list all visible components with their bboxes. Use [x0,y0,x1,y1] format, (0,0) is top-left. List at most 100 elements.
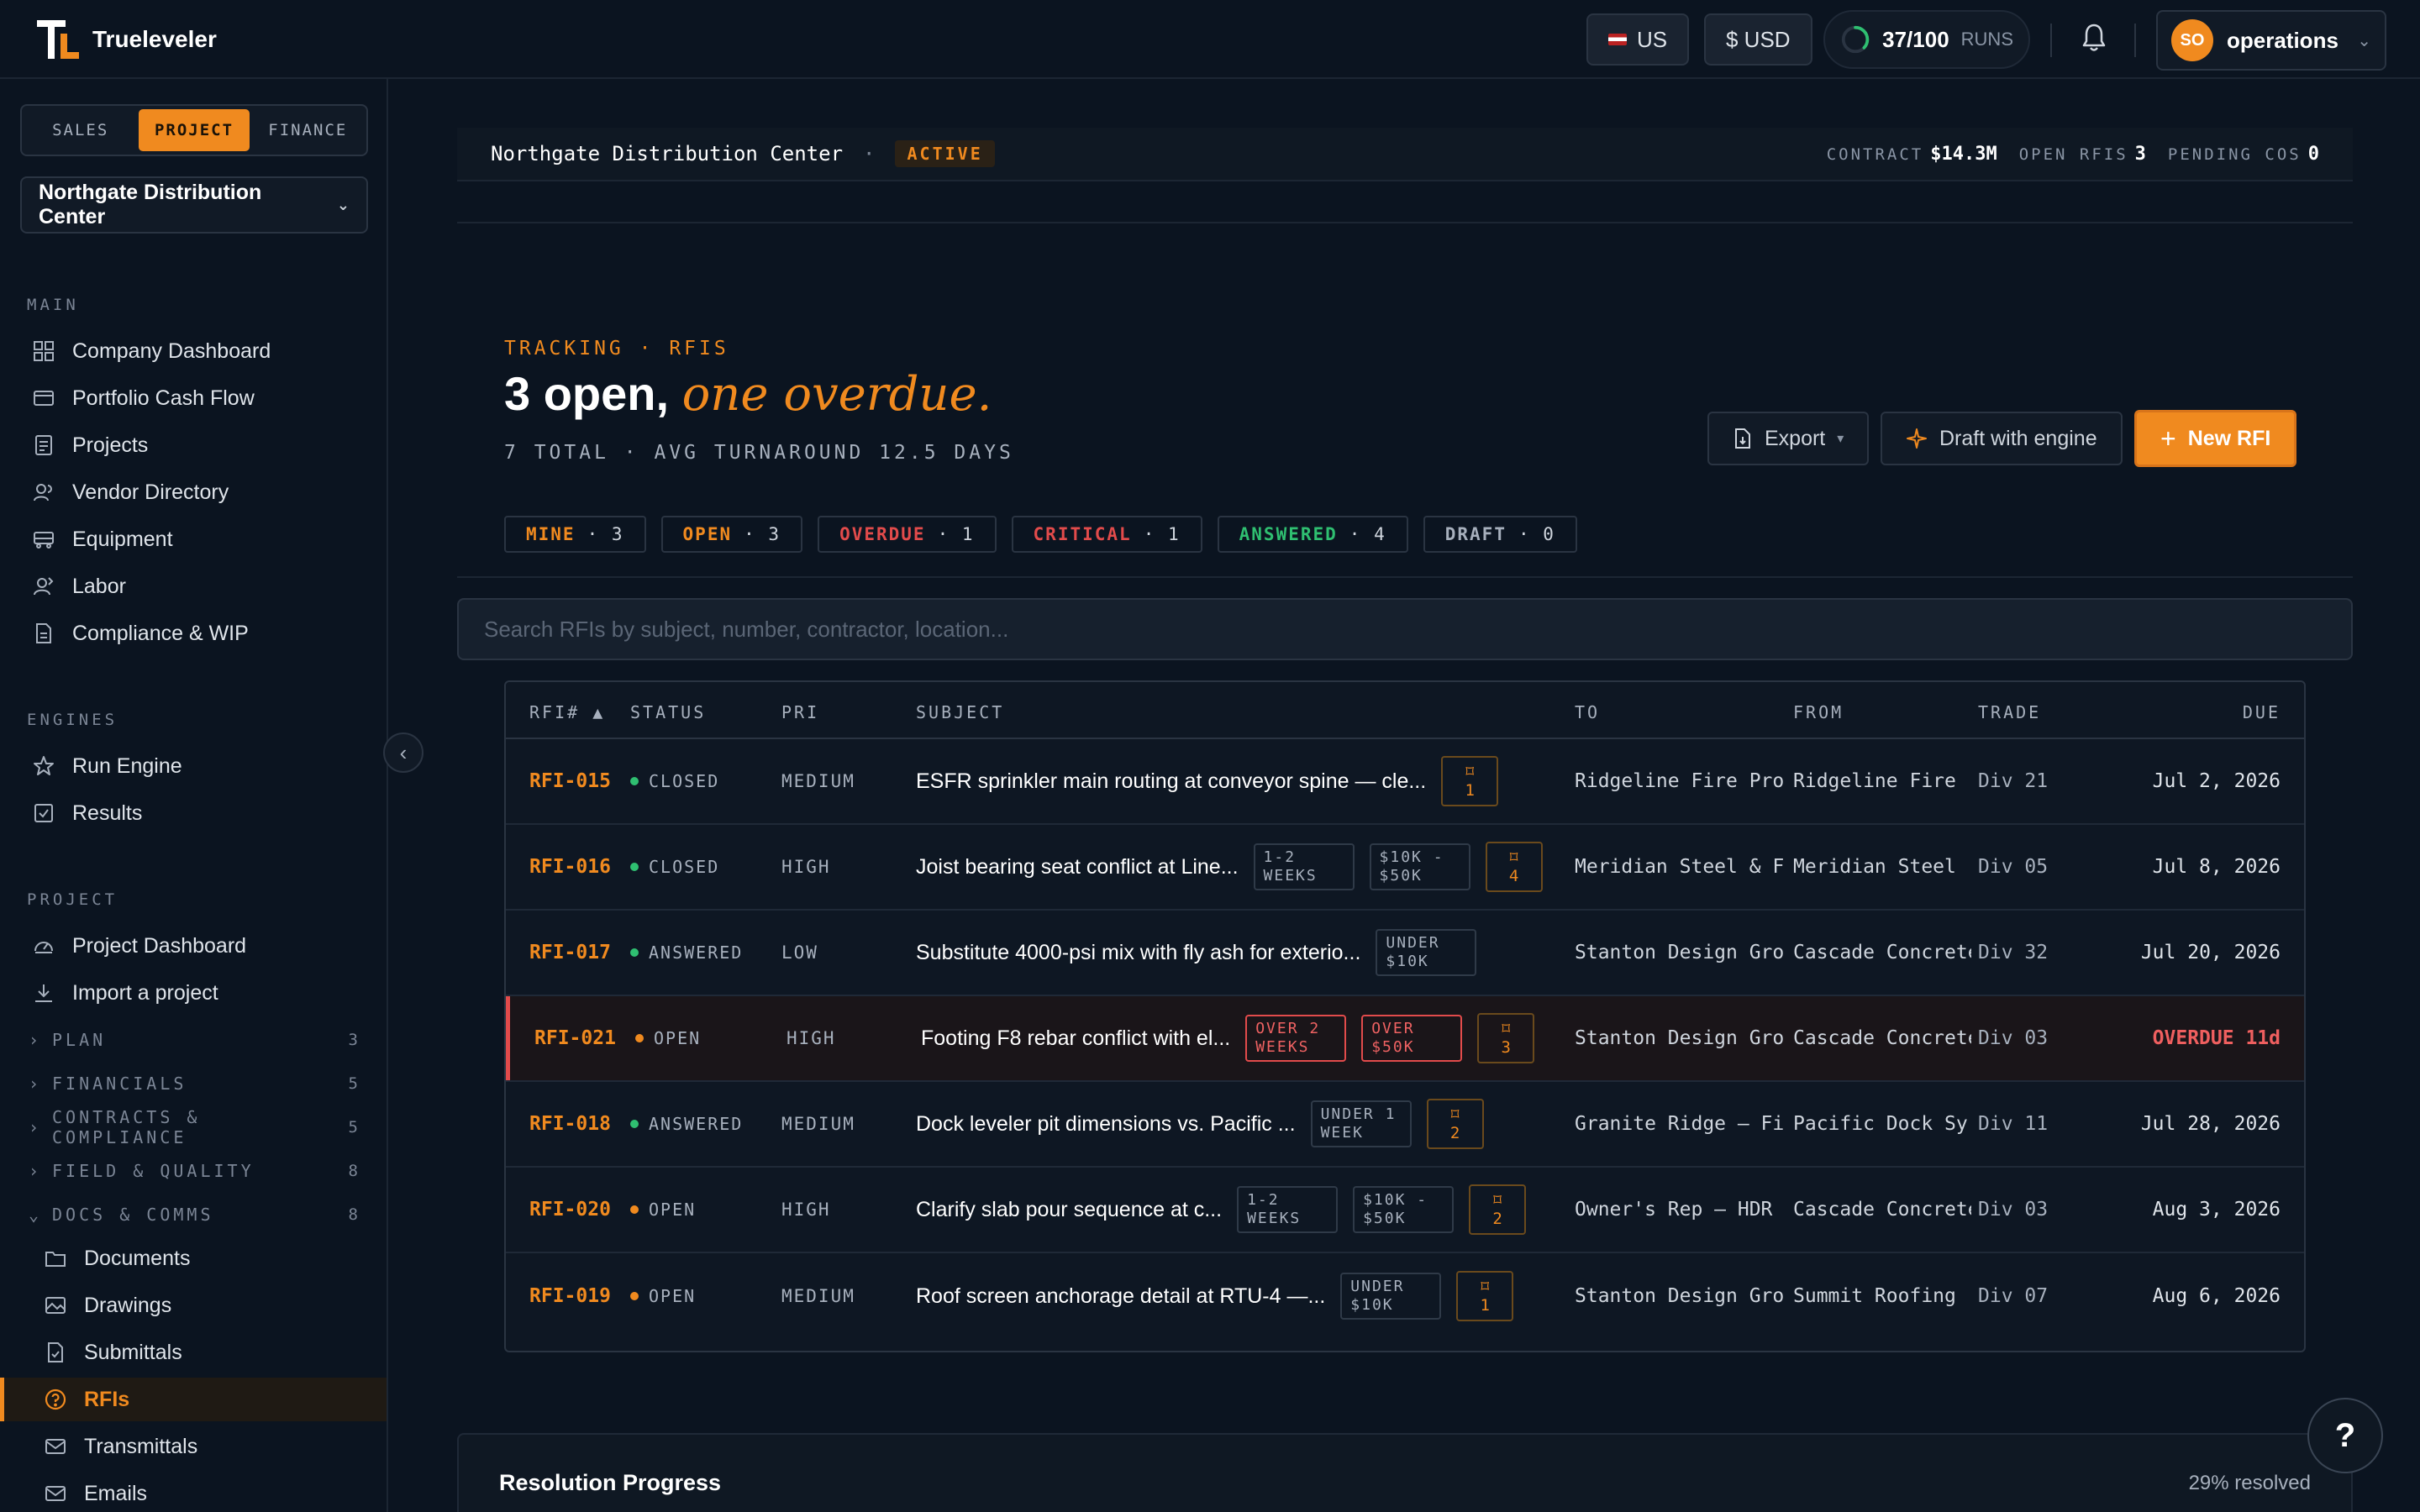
status-label: ANSWERED [649,1114,744,1134]
project-selector[interactable]: Northgate Distribution Center ⌄ [20,176,368,234]
row-tag: OVER 2 WEEKS [1245,1015,1347,1062]
user-menu[interactable]: SO operations ⌄ [2156,10,2386,71]
app-logo[interactable]: Trueleveler [37,18,217,60]
group-count: 8 [348,1205,358,1224]
column-header-status[interactable]: STATUS [630,702,706,722]
sidebar-item-rfis[interactable]: RFIs [0,1378,387,1421]
sidebar-item-drawings[interactable]: Drawings [0,1284,387,1327]
priority-cell: HIGH [781,1200,831,1220]
column-header-subject[interactable]: SUBJECT [916,702,1004,722]
sidebar-item-emails[interactable]: Emails [0,1472,387,1512]
filter-chip-open[interactable]: OPEN · 3 [660,516,803,553]
currency-selector[interactable]: $ USD [1704,13,1812,66]
bookmark-count[interactable]: ⌑ 2 [1469,1184,1527,1235]
notifications-bell-icon[interactable] [2081,22,2107,54]
segment-finance[interactable]: FINANCE [253,109,363,151]
currency-label: $ USD [1726,26,1791,52]
sidebar-item-documents[interactable]: Documents [0,1236,387,1280]
rfi-id-link[interactable]: RFI-017 [529,911,622,995]
sidebar-group-plan[interactable]: › PLAN 3 [0,1021,387,1058]
segment-project[interactable]: PROJECT [139,109,250,151]
subject-text: Roof screen anchorage detail at RTU-4 —.… [916,1284,1326,1308]
table-row[interactable]: RFI-020 OPEN HIGH Clarify slab pour sequ… [506,1168,2304,1253]
sidebar-item-import-project[interactable]: Import a project [0,971,387,1015]
to-cell: Meridian Steel & F... [1575,856,1785,878]
region-label: US [1637,26,1668,52]
truck-icon [32,528,55,551]
column-header-pri[interactable]: PRI [781,702,819,722]
priority-cell: HIGH [781,857,831,877]
bookmark-count-value: 2 [1492,1210,1502,1228]
filter-chip-overdue[interactable]: OVERDUE · 1 [818,516,997,553]
new-rfi-button[interactable]: + New RFI [2134,410,2297,467]
sidebar-group-field-quality[interactable]: › FIELD & QUALITY 8 [0,1152,387,1189]
rfi-id-link[interactable]: RFI-016 [529,825,622,909]
rfi-id-link[interactable]: RFI-015 [529,739,622,823]
export-button[interactable]: Export ▾ [1707,412,1870,465]
bookmark-count[interactable]: ⌑ 4 [1485,842,1543,892]
sidebar-item-project-dashboard[interactable]: Project Dashboard [0,924,387,968]
divider [2134,24,2136,57]
row-tag: 1-2 WEEKS [1253,843,1355,890]
group-label: CONTRACTS & COMPLIANCE [52,1107,201,1147]
filter-chip-draft[interactable]: DRAFT · 0 [1423,516,1577,553]
table-row[interactable]: RFI-016 CLOSED HIGH Joist bearing seat c… [506,825,2304,911]
status-cell: OPEN [635,996,778,1080]
project-selector-label: Northgate Distribution Center [39,181,262,228]
sidebar-item-label: Transmittals [84,1434,198,1458]
sidebar-group-financials[interactable]: › FINANCIALS 5 [0,1065,387,1102]
segment-sales[interactable]: SALES [25,109,135,151]
runs-meter[interactable]: 37/100 RUNS [1823,10,2030,69]
chevron-down-icon: ⌄ [2357,31,2371,50]
sidebar-item-company-dashboard[interactable]: Company Dashboard [0,329,387,373]
rfi-id-link[interactable]: RFI-018 [529,1082,622,1166]
table-row[interactable]: RFI-015 CLOSED MEDIUM ESFR sprinkler mai… [506,739,2304,825]
bookmark-count[interactable]: ⌑ 1 [1441,756,1499,806]
draft-with-engine-button[interactable]: Draft with engine [1881,412,2123,465]
sidebar-item-results[interactable]: Results [0,791,387,835]
rfi-id-link[interactable]: RFI-019 [529,1253,622,1339]
column-header-due[interactable]: DUE [2243,702,2281,722]
sidebar-item-portfolio-cash-flow[interactable]: Portfolio Cash Flow [0,376,387,420]
group-label: FIELD & QUALITY [52,1161,255,1181]
help-button[interactable]: ? [2307,1398,2383,1473]
sidebar-item-submittals[interactable]: Submittals [0,1331,387,1374]
group-label: FINANCIALS [52,1074,187,1094]
filter-chip-answered[interactable]: ANSWERED · 4 [1217,516,1408,553]
sidebar-item-equipment[interactable]: Equipment [0,517,387,561]
sidebar-item-label: Import a project [72,980,218,1005]
project-name: Northgate Distribution Center [491,142,844,165]
subject-cell: ESFR sprinkler main routing at conveyor … [916,739,1555,823]
sidebar-group-contracts-compliance[interactable]: › CONTRACTS & COMPLIANCE 5 [0,1107,387,1147]
sidebar-item-run-engine[interactable]: Run Engine [0,744,387,788]
trade-cell: Div 11 [1978,1113,2049,1135]
filter-chip-critical[interactable]: CRITICAL · 1 [1011,516,1202,553]
from-cell: Cascade Concrete [1793,1199,1971,1221]
sidebar-item-labor[interactable]: Labor [0,564,387,608]
sidebar-item-projects[interactable]: Projects [0,423,387,467]
column-header-rfi[interactable]: RFI# ▲ [529,702,605,722]
sidebar-group-docs-comms[interactable]: ⌄ DOCS & COMMS 8 [0,1196,387,1233]
new-rfi-label: New RFI [2187,426,2271,450]
search-input[interactable] [457,598,2353,660]
bookmark-count[interactable]: ⌑ 3 [1477,1013,1535,1063]
rfi-id-link[interactable]: RFI-020 [529,1168,622,1252]
table-row[interactable]: RFI-019 OPEN MEDIUM Roof screen anchorag… [506,1253,2304,1339]
filter-chip-mine[interactable]: MINE · 3 [504,516,646,553]
table-row[interactable]: RFI-021 OPEN HIGH Footing F8 rebar confl… [506,996,2304,1082]
column-header-to[interactable]: TO [1575,702,1600,722]
column-header-trade[interactable]: TRADE [1978,702,2041,722]
collapse-sidebar-button[interactable]: ‹ [383,732,424,773]
bookmark-count[interactable]: ⌑ 2 [1426,1099,1484,1149]
table-row[interactable]: RFI-018 ANSWERED MEDIUM Dock leveler pit… [506,1082,2304,1168]
rfi-id-link[interactable]: RFI-021 [534,996,627,1080]
table-row[interactable]: RFI-017 ANSWERED LOW Substitute 4000-psi… [506,911,2304,996]
status-dot-icon [630,1292,639,1300]
bookmark-count[interactable]: ⌑ 1 [1456,1271,1514,1321]
bookmark-icon: ⌑ [1465,763,1475,781]
sidebar-item-vendor-directory[interactable]: Vendor Directory [0,470,387,514]
column-header-from[interactable]: FROM [1793,702,1844,722]
sidebar-item-transmittals[interactable]: Transmittals [0,1425,387,1468]
sidebar-item-compliance-wip[interactable]: Compliance & WIP [0,612,387,655]
region-selector[interactable]: US [1586,13,1690,66]
